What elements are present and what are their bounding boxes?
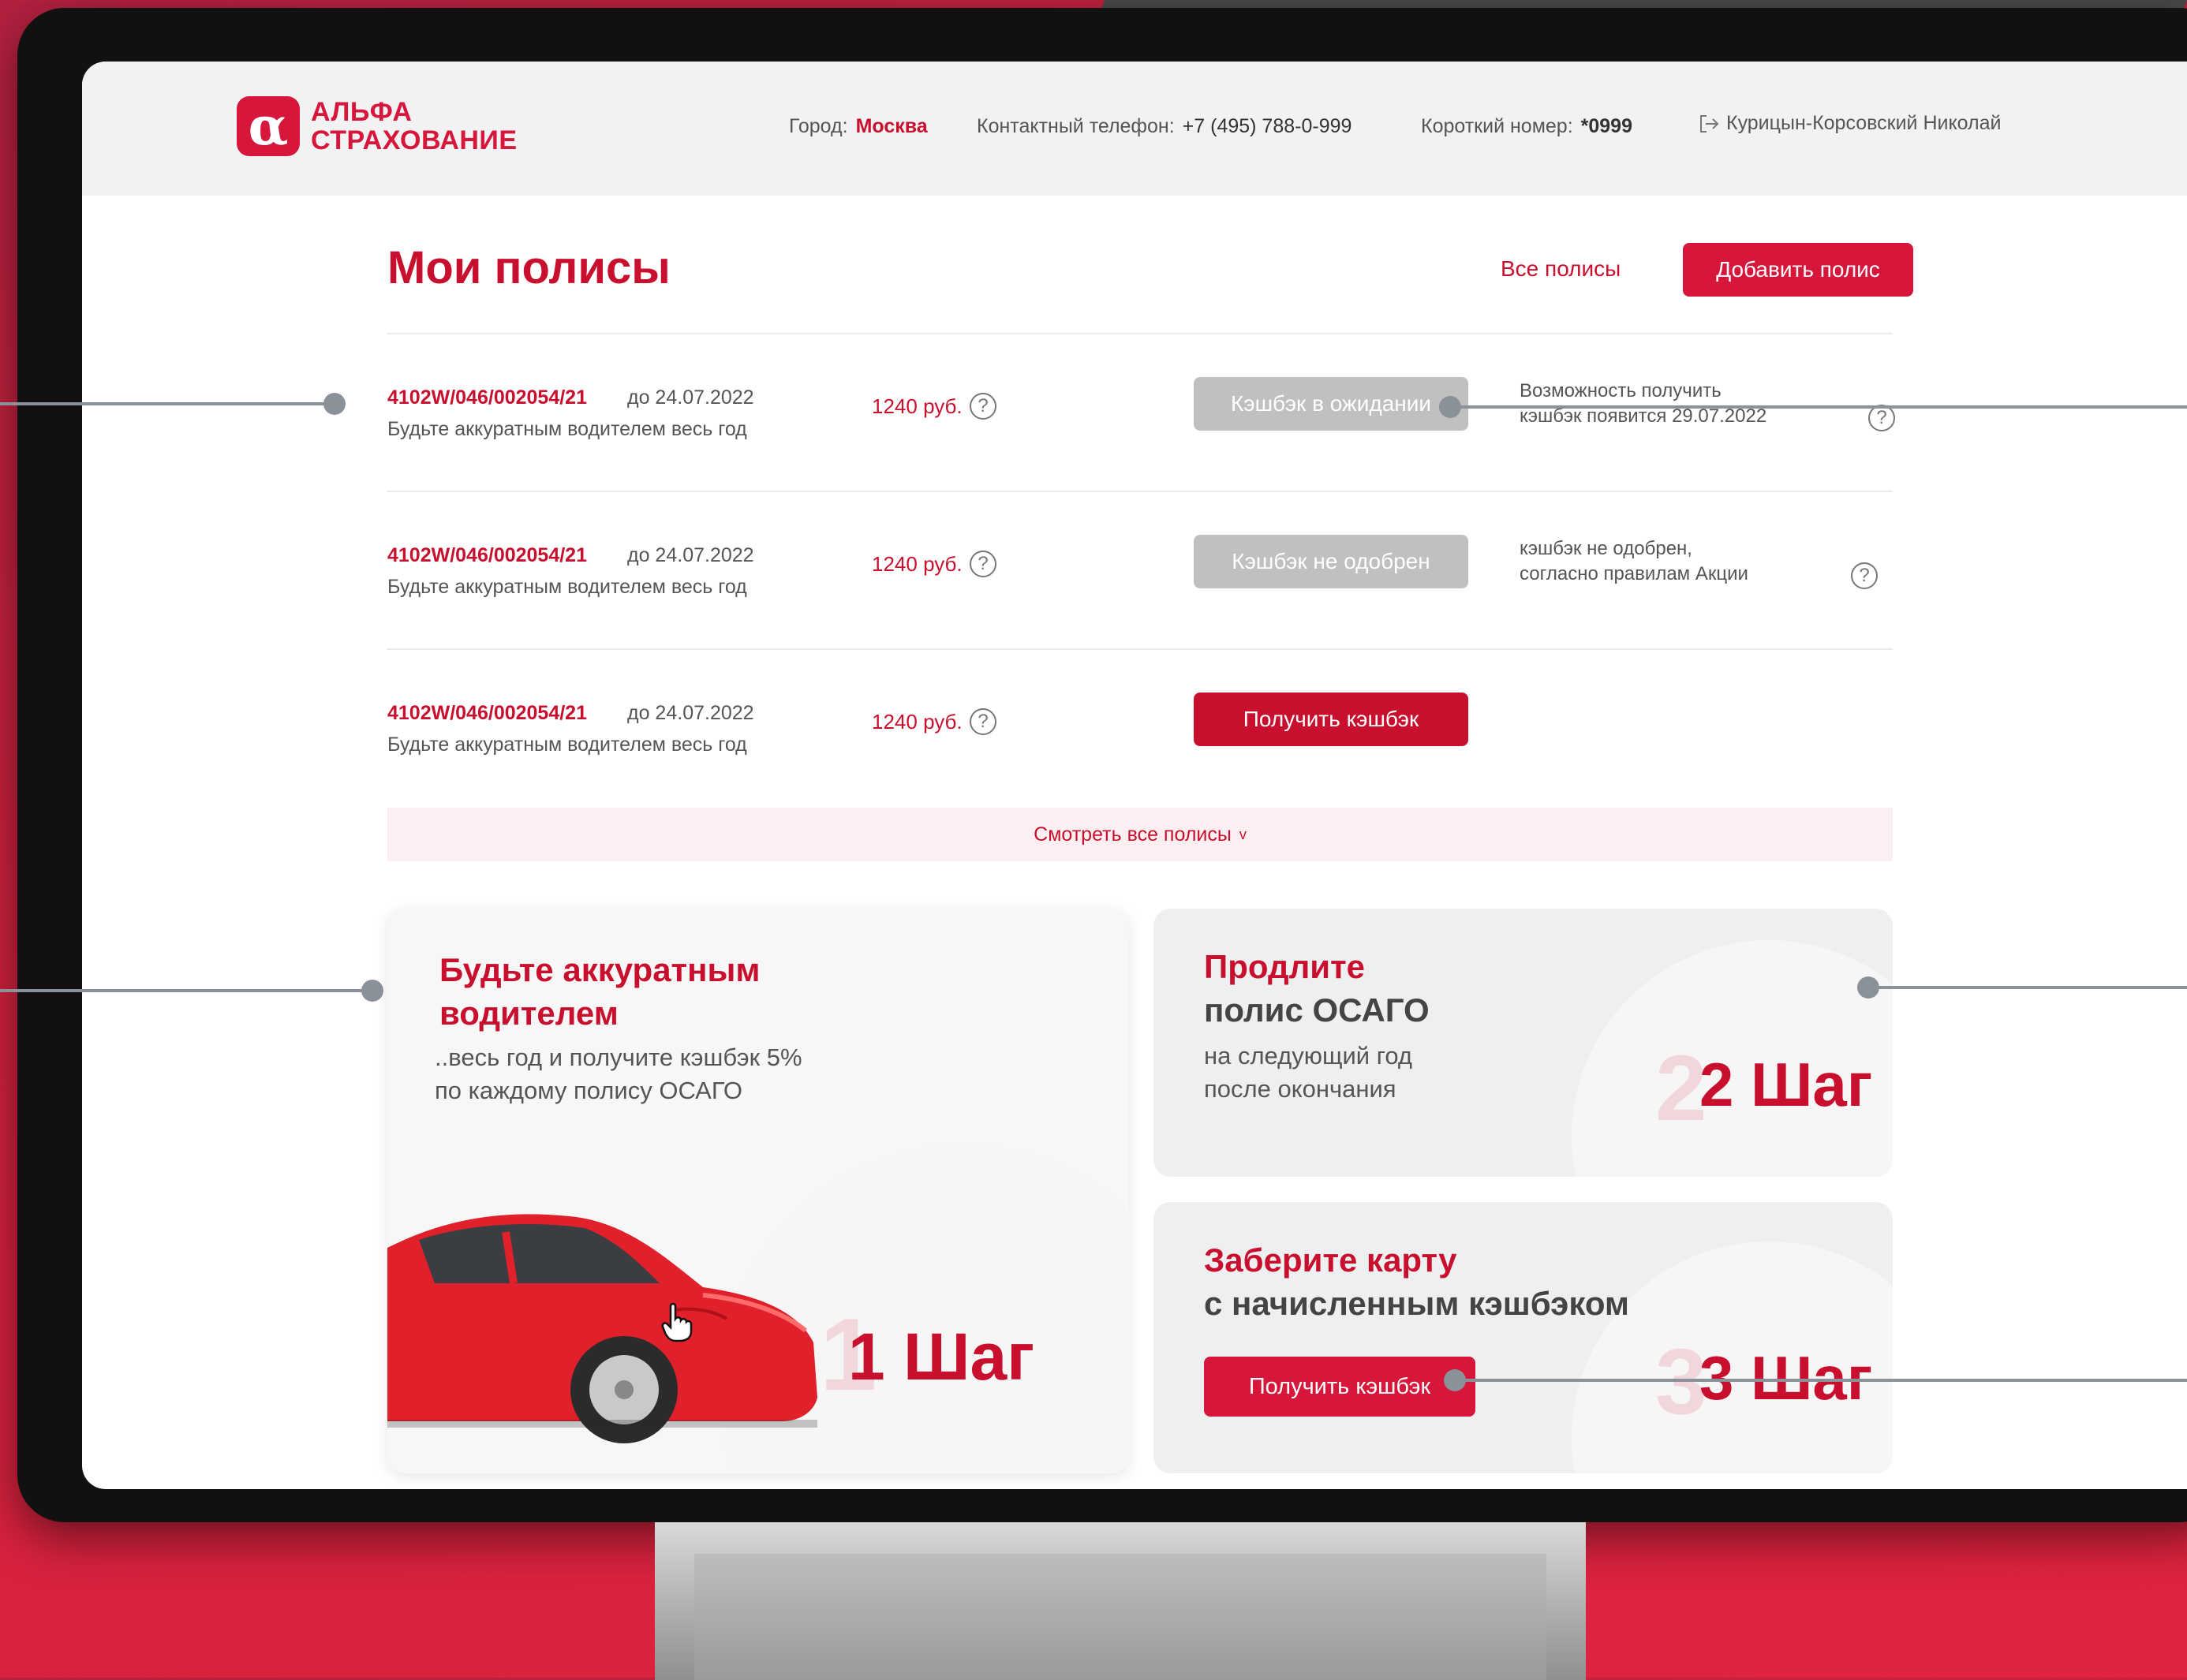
card-subtitle-line-1: ..весь год и получите кэшбэк 5% bbox=[435, 1043, 802, 1071]
divider bbox=[387, 333, 1893, 334]
divider bbox=[387, 491, 1893, 492]
policy-price: 1240 руб. bbox=[872, 394, 963, 418]
step-2-label: 2 Шаг bbox=[1699, 1050, 1873, 1119]
card-subtitle-line-2: после окончания bbox=[1204, 1075, 1396, 1103]
short-number-value: *0999 bbox=[1580, 115, 1632, 137]
policy-description: Будьте аккуратным водителем весь год bbox=[387, 418, 747, 440]
get-cashback-button[interactable]: Получить кэшбэк bbox=[1194, 693, 1468, 746]
city-value[interactable]: Москва bbox=[856, 115, 928, 137]
help-icon[interactable]: ? bbox=[970, 551, 996, 577]
annotation-dot bbox=[1444, 1369, 1466, 1391]
policy-price: 1240 руб. bbox=[872, 552, 963, 576]
step-3-card: Заберите карту с начисленным кэшбэком По… bbox=[1153, 1202, 1893, 1473]
city-label: Город: bbox=[789, 115, 848, 137]
annotation-dot bbox=[361, 980, 383, 1002]
card-title: Продлите полис ОСАГО bbox=[1204, 945, 1430, 1032]
logout-icon[interactable] bbox=[1698, 113, 1720, 135]
card-title-line-2: водителем bbox=[439, 995, 619, 1032]
policy-number[interactable]: 4102W/046/002054/21 bbox=[387, 702, 587, 725]
help-icon[interactable]: ? bbox=[1868, 405, 1895, 431]
see-all-policies-button[interactable]: Смотреть все полисы v bbox=[387, 808, 1893, 861]
status-note-line-2: согласно правилам Акции bbox=[1520, 563, 1748, 584]
page-title: Мои полисы bbox=[387, 242, 671, 293]
step-1-card: Будьте аккуратным водителем ..весь год и… bbox=[387, 909, 1129, 1473]
short-number-label: Короткий номер: bbox=[1421, 115, 1573, 137]
step-2-card: Продлите полис ОСАГО на следующий год по… bbox=[1153, 909, 1893, 1177]
hand-cursor-icon bbox=[661, 1303, 693, 1342]
annotation-dot bbox=[1857, 976, 1879, 999]
policy-date: до 24.07.2022 bbox=[627, 702, 754, 724]
card-title-line-1: Будьте аккуратным bbox=[439, 951, 761, 988]
annotation-line bbox=[0, 989, 372, 992]
contact-phone: Контактный телефон: +7 (495) 788-0-999 bbox=[977, 115, 1351, 138]
card-title-line-2: с начисленным кэшбэком bbox=[1204, 1285, 1629, 1322]
help-icon[interactable]: ? bbox=[970, 708, 996, 735]
policy-description: Будьте аккуратным водителем весь год bbox=[387, 734, 747, 756]
cashback-pending-button: Кэшбэк в ожидании bbox=[1194, 377, 1468, 431]
user-account[interactable]: Курицын-Корсовский Николай bbox=[1698, 112, 2002, 135]
city-selector[interactable]: Город: Москва bbox=[789, 115, 928, 138]
policy-description: Будьте аккуратным водителем весь год bbox=[387, 576, 747, 598]
phone-value[interactable]: +7 (495) 788-0-999 bbox=[1183, 115, 1352, 137]
card-title: Заберите карту с начисленным кэшбэком bbox=[1204, 1238, 1629, 1325]
monitor-stand bbox=[655, 1522, 1586, 1680]
chevron-down-icon: v bbox=[1239, 826, 1247, 842]
policy-date: до 24.07.2022 bbox=[627, 386, 754, 409]
short-number: Короткий номер: *0999 bbox=[1421, 115, 1632, 138]
all-policies-link[interactable]: Все полисы bbox=[1501, 256, 1621, 282]
phone-label: Контактный телефон: bbox=[977, 115, 1175, 137]
see-all-label: Смотреть все полисы bbox=[1034, 823, 1232, 846]
annotation-line bbox=[1868, 986, 2187, 989]
status-note: кэшбэк не одобрен, согласно правилам Акц… bbox=[1520, 536, 1748, 587]
policy-price: 1240 руб. bbox=[872, 710, 963, 734]
annotation-line bbox=[1450, 405, 2187, 409]
card-subtitle: на следующий год после окончания bbox=[1204, 1040, 1412, 1106]
card-title: Будьте аккуратным водителем bbox=[439, 948, 760, 1035]
screen: α АЛЬФА СТРАХОВАНИЕ Город: Москва Контакт… bbox=[82, 62, 2187, 1489]
policy-number[interactable]: 4102W/046/002054/21 bbox=[387, 386, 587, 409]
logo-line-1: АЛЬФА bbox=[311, 97, 413, 127]
card-title-line-1: Продлите bbox=[1204, 948, 1366, 985]
cashback-declined-button: Кэшбэк не одобрен bbox=[1194, 535, 1468, 588]
alfa-logo-icon: α bbox=[237, 96, 300, 156]
monitor-frame: α АЛЬФА СТРАХОВАНИЕ Город: Москва Контакт… bbox=[17, 8, 2187, 1522]
policy-date: до 24.07.2022 bbox=[627, 544, 754, 566]
status-note: Возможность получить кэшбэк появится 29.… bbox=[1520, 379, 1766, 429]
policy-row: 4102W/046/002054/21 до 24.07.2022 Будьте… bbox=[387, 377, 1895, 481]
card-subtitle-line-2: по каждому полису ОСАГО bbox=[435, 1077, 742, 1104]
add-policy-button[interactable]: Добавить полис bbox=[1683, 243, 1913, 297]
annotation-line bbox=[1455, 1379, 2187, 1382]
status-note-line-1: Возможность получить bbox=[1520, 380, 1722, 401]
help-icon[interactable]: ? bbox=[970, 393, 996, 420]
card-title-line-2: полис ОСАГО bbox=[1204, 991, 1430, 1029]
alfa-logo[interactable]: α АЛЬФА СТРАХОВАНИЕ bbox=[237, 96, 518, 156]
top-header: α АЛЬФА СТРАХОВАНИЕ Город: Москва Контакт… bbox=[82, 62, 2187, 196]
get-cashback-button[interactable]: Получить кэшбэк bbox=[1204, 1357, 1475, 1417]
logo-line-2: СТРАХОВАНИЕ bbox=[311, 125, 518, 155]
step-1-label: 1 Шаг bbox=[848, 1320, 1035, 1394]
red-car-image bbox=[387, 1214, 817, 1443]
policy-row: 4102W/046/002054/21 до 24.07.2022 Будьте… bbox=[387, 693, 1893, 797]
annotation-dot bbox=[323, 393, 346, 415]
user-name: Курицын-Корсовский Николай bbox=[1726, 112, 2002, 134]
card-subtitle-line-1: на следующий год bbox=[1204, 1042, 1412, 1070]
divider bbox=[387, 648, 1893, 650]
status-note-line-1: кэшбэк не одобрен, bbox=[1520, 538, 1692, 559]
annotation-dot bbox=[1439, 396, 1461, 418]
card-subtitle: ..весь год и получите кэшбэк 5% по каждо… bbox=[435, 1041, 802, 1107]
help-icon[interactable]: ? bbox=[1851, 562, 1878, 589]
logo-text: АЛЬФА СТРАХОВАНИЕ bbox=[311, 98, 518, 155]
card-title-line-1: Заберите карту bbox=[1204, 1241, 1457, 1279]
policy-number[interactable]: 4102W/046/002054/21 bbox=[387, 544, 587, 567]
annotation-line bbox=[0, 402, 335, 405]
policy-row: 4102W/046/002054/21 до 24.07.2022 Будьте… bbox=[387, 535, 1893, 639]
